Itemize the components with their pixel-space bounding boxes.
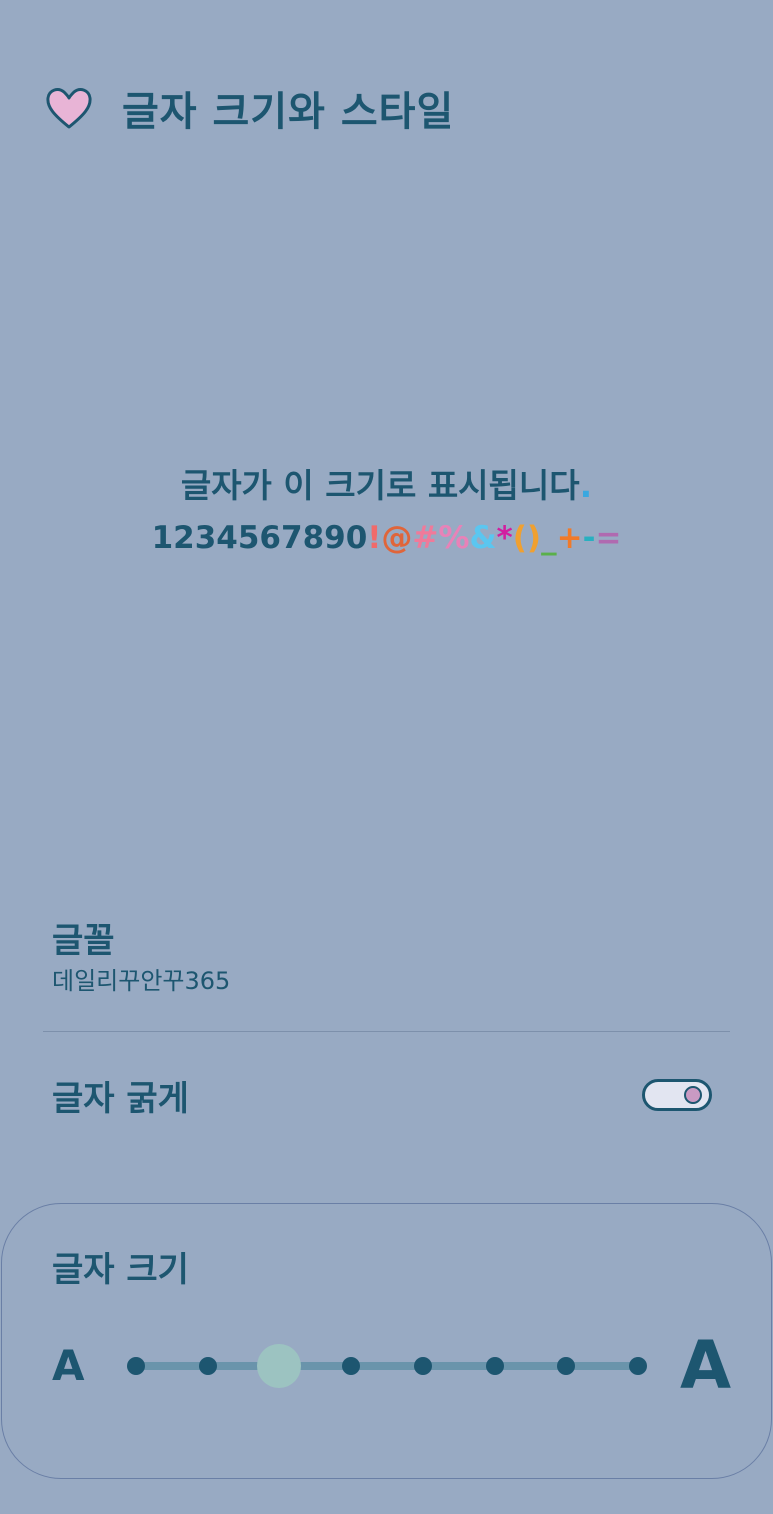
- page-header: 글자 크기와 스타일: [44, 78, 454, 138]
- preview-symbol: -: [582, 520, 596, 556]
- slider-step-dot[interactable]: [127, 1357, 145, 1375]
- heart-icon: [46, 88, 92, 129]
- large-size-icon: A: [680, 1327, 732, 1404]
- preview-symbol: @: [381, 520, 413, 556]
- preview-symbol: #: [412, 520, 439, 556]
- text-preview: 글자가 이 크기로 표시됩니다. 1234567890!@#%&*()_+-=: [0, 460, 773, 564]
- font-setting-row[interactable]: 글꼴 데일리꾸안꾸365: [52, 918, 230, 996]
- font-size-label: 글자 크기: [52, 1250, 189, 1290]
- small-size-icon: A: [52, 1341, 85, 1390]
- font-value: 데일리꾸안꾸365: [52, 967, 231, 995]
- slider-step-dot[interactable]: [485, 1357, 504, 1375]
- bold-setting-row[interactable]: 글자 굵게: [52, 1070, 712, 1120]
- slider-step-dot[interactable]: [557, 1357, 576, 1375]
- font-label: 글꼴: [52, 921, 115, 961]
- divider: [43, 1031, 730, 1032]
- bold-label: 글자 굵게: [52, 1078, 189, 1119]
- preview-characters: 1234567890!@#%&*()_+-=: [0, 512, 773, 564]
- toggle-knob: [684, 1086, 702, 1104]
- preview-digits: 1234567890: [151, 520, 368, 556]
- slider-thumb[interactable]: [257, 1344, 302, 1388]
- preview-symbol: *: [496, 520, 513, 556]
- preview-symbol: %: [438, 520, 470, 556]
- preview-symbol: (): [512, 520, 542, 556]
- preview-symbol: +: [556, 520, 583, 556]
- slider-step-dot[interactable]: [342, 1357, 361, 1375]
- bold-toggle[interactable]: [642, 1079, 712, 1111]
- page-title: 글자 크기와 스타일: [122, 89, 455, 135]
- preview-symbol: &: [469, 520, 497, 556]
- font-size-slider[interactable]: [127, 1344, 647, 1388]
- preview-sentence-text: 글자가 이 크기로 표시됩니다: [180, 466, 580, 505]
- slider-step-dot[interactable]: [413, 1357, 432, 1375]
- preview-sentence-dot: .: [579, 466, 593, 505]
- preview-symbol: _: [541, 520, 557, 556]
- preview-symbol: !: [367, 520, 382, 556]
- slider-step-dot[interactable]: [629, 1357, 647, 1375]
- preview-sentence: 글자가 이 크기로 표시됩니다.: [0, 460, 773, 512]
- preview-symbol: =: [595, 520, 622, 556]
- slider-step-dot[interactable]: [198, 1357, 217, 1375]
